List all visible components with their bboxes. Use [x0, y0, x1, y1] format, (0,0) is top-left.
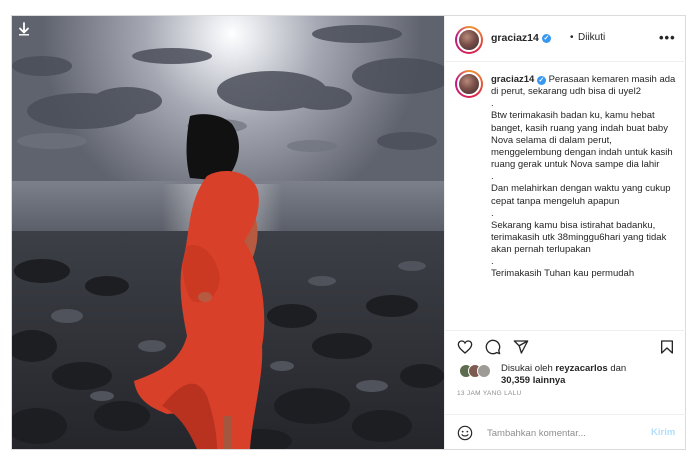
bookmark-icon[interactable]: [659, 339, 675, 355]
smiley-icon[interactable]: [457, 425, 473, 441]
header-separator: •: [570, 32, 574, 43]
likes-text: Disukai oleh reyzacarlos dan 30,359 lain…: [501, 363, 681, 387]
post-image[interactable]: [12, 16, 444, 449]
caption-username[interactable]: graciaz14: [491, 74, 534, 85]
liker-avatars: [459, 364, 495, 378]
post-modal: graciaz14 ✓ • Diikuti ••• graciaz14 ✓ Pe…: [11, 15, 686, 450]
verified-badge-icon: ✓: [541, 33, 551, 43]
comment-bubble-icon[interactable]: [485, 339, 501, 355]
caption-text: graciaz14 ✓ Perasaan kemaren masih ada d…: [491, 74, 679, 281]
avatar[interactable]: [455, 70, 483, 98]
action-bar: [445, 330, 686, 360]
avatar[interactable]: [455, 26, 483, 54]
caption-line: .: [491, 171, 494, 183]
likes-summary: Disukai oleh reyzacarlos dan 30,359 lain…: [445, 360, 686, 390]
comment-bar: Kirim: [445, 414, 686, 449]
author-username-row: graciaz14 ✓: [491, 32, 551, 44]
caption-line: Dan melahirkan dengan waktu yang cukup c…: [491, 183, 671, 207]
more-options-button[interactable]: •••: [659, 30, 676, 45]
caption-line: .: [491, 256, 494, 268]
caption-area: graciaz14 ✓ Perasaan kemaren masih ada d…: [445, 62, 686, 330]
beach-photo: [12, 16, 444, 449]
comment-input[interactable]: [487, 425, 637, 441]
post-sidebar: graciaz14 ✓ • Diikuti ••• graciaz14 ✓ Pe…: [444, 16, 686, 449]
heart-icon[interactable]: [457, 339, 473, 355]
caption-line: .: [491, 98, 494, 110]
author-username[interactable]: graciaz14: [491, 32, 539, 44]
likes-and: dan: [610, 363, 627, 374]
following-button[interactable]: Diikuti: [578, 32, 605, 43]
post-comment-button[interactable]: Kirim: [651, 427, 675, 438]
caption-line: Btw terimakasih badan ku, kamu hebat ban…: [491, 110, 673, 171]
post-header: graciaz14 ✓ • Diikuti •••: [445, 16, 686, 62]
likes-suffix[interactable]: lainnya: [533, 375, 566, 386]
caption-line: .: [491, 207, 494, 219]
verified-badge-icon: ✓: [536, 76, 546, 85]
caption-line: Terimakasih Tuhan kau permudah: [491, 268, 635, 280]
likes-prefix: Disukai oleh: [501, 363, 553, 374]
post-timestamp[interactable]: 13 JAM YANG LALU: [457, 390, 522, 397]
paper-plane-icon[interactable]: [513, 339, 529, 355]
likes-count[interactable]: 30,359: [501, 375, 530, 386]
likes-user[interactable]: reyzacarlos: [555, 363, 607, 374]
download-arrow-icon[interactable]: [17, 22, 31, 36]
caption-line: Sekarang kamu bisa istirahat badanku, te…: [491, 219, 667, 256]
